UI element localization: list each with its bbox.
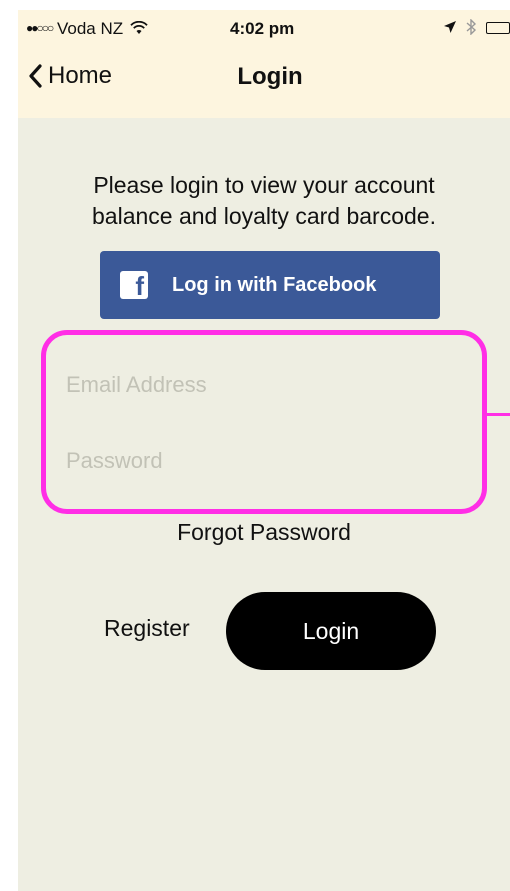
email-input[interactable] [66,370,466,400]
status-right [443,18,510,38]
facebook-icon: f [120,271,148,299]
facebook-login-label: Log in with Facebook [172,273,377,296]
highlight-connector-line [482,413,510,416]
facebook-login-button[interactable]: f Log in with Facebook [100,251,440,319]
intro-text: Please login to view your account balanc… [18,170,510,232]
battery-icon [486,22,510,34]
forgot-password-link[interactable]: Forgot Password [18,519,510,546]
login-button-label: Login [302,617,360,644]
intro-text-body: Please login to view your account balanc… [92,172,436,229]
bluetooth-icon [466,18,477,36]
credentials-highlight [41,330,487,514]
password-input[interactable] [66,446,466,476]
signal-strength-icon: ●●○○○ [26,21,54,35]
carrier-name: Voda NZ [56,19,124,38]
phone-screen: ●●○○○ Voda NZ 4:02 pm Home Login Please … [18,10,510,891]
login-content: Please login to view your account balanc… [18,118,510,891]
location-arrow-icon [443,21,456,33]
page-title-text: Login [237,63,303,90]
navigation-bar: Home Login [18,48,510,118]
facebook-icon-glyph: f [135,271,144,299]
status-time: 4:02 pm [230,19,295,38]
login-button[interactable]: Login [226,592,436,670]
register-link[interactable]: Register [104,615,190,642]
status-left: ●●○○○ Voda NZ [26,19,148,39]
wifi-icon [130,20,148,34]
page-title: Login [18,63,510,91]
status-bar: ●●○○○ Voda NZ 4:02 pm [18,10,510,48]
